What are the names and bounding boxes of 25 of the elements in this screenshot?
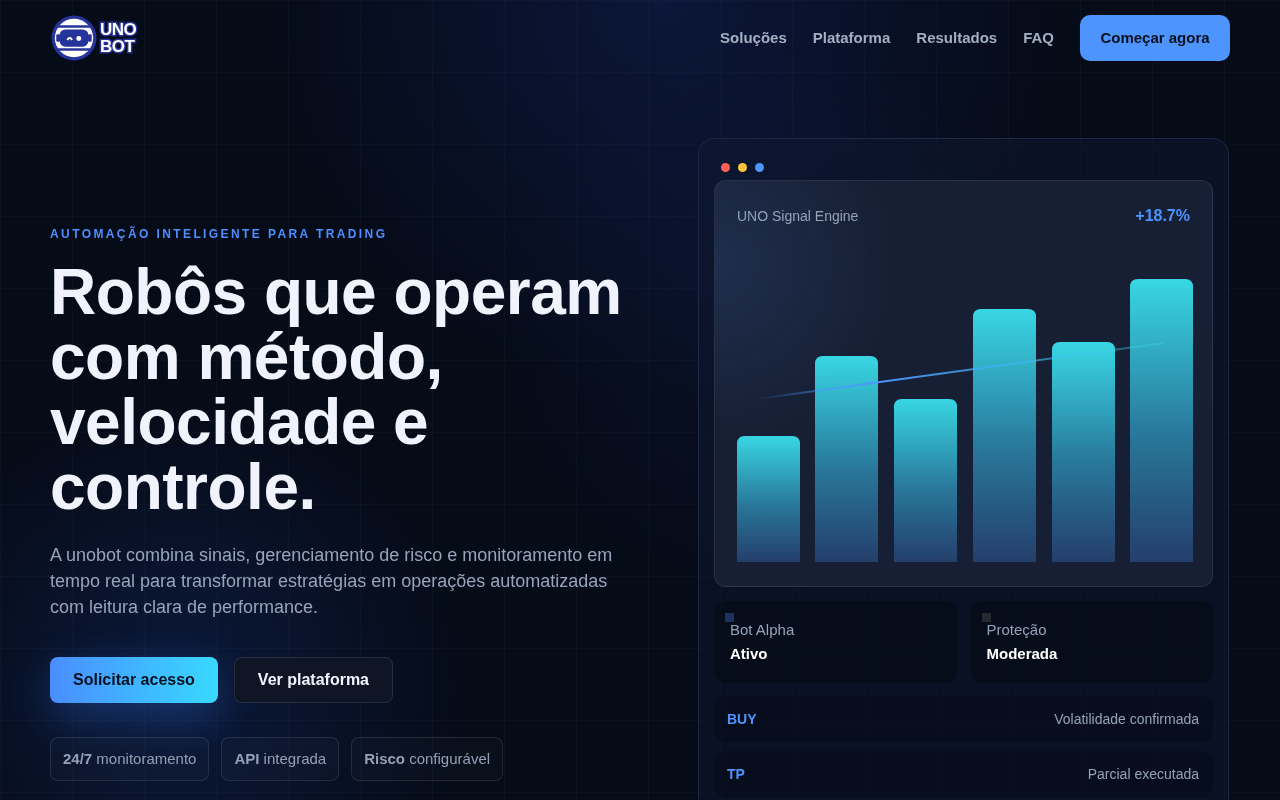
primary-button[interactable]: Solicitar acesso [50,657,218,703]
status-label: Bot Alpha [730,620,795,640]
eyebrow-text: AUTOMAÇÃO INTELIGENTE PARA TRADING [50,227,388,241]
change-percentage: +18.7% [1135,206,1190,226]
signal-text: Parcial executada [1087,764,1199,784]
feature-chip: Risco configurável [351,737,504,781]
feature-chip: 24/7 monitoramento [50,737,210,781]
nav-link[interactable]: Soluções [720,26,787,50]
logo-wordmark: UNO BOT [100,21,137,55]
status-value: Ativo [730,644,768,664]
robot-logo-icon [51,15,97,61]
feature-chip: API integrada [221,737,340,781]
chart-title: UNO Signal Engine [737,206,859,226]
hero-heading: Robôs que operam com método, velocidade e controle. [50,260,623,520]
nav-link[interactable]: Plataforma [812,26,891,50]
nav-link[interactable]: FAQ [1023,26,1054,50]
hero-description: A unobot combina sinais, gerenciamento de risco e monitoramento em tempo real para transformar estratégias em operações automatizadas com leitura clara de performance. [50,544,614,619]
signal-tag: BUY [727,708,757,730]
secondary-button[interactable]: Ver plataforma [233,657,393,703]
nav-link[interactable]: Resultados [916,26,998,50]
cta-button[interactable]: Começar agora [1080,15,1230,61]
status-value: Moderada [986,644,1058,664]
signal-text: Volatilidade confirmada [1054,709,1199,729]
signal-tag: TP [727,763,745,785]
status-label: Proteção [986,620,1047,640]
